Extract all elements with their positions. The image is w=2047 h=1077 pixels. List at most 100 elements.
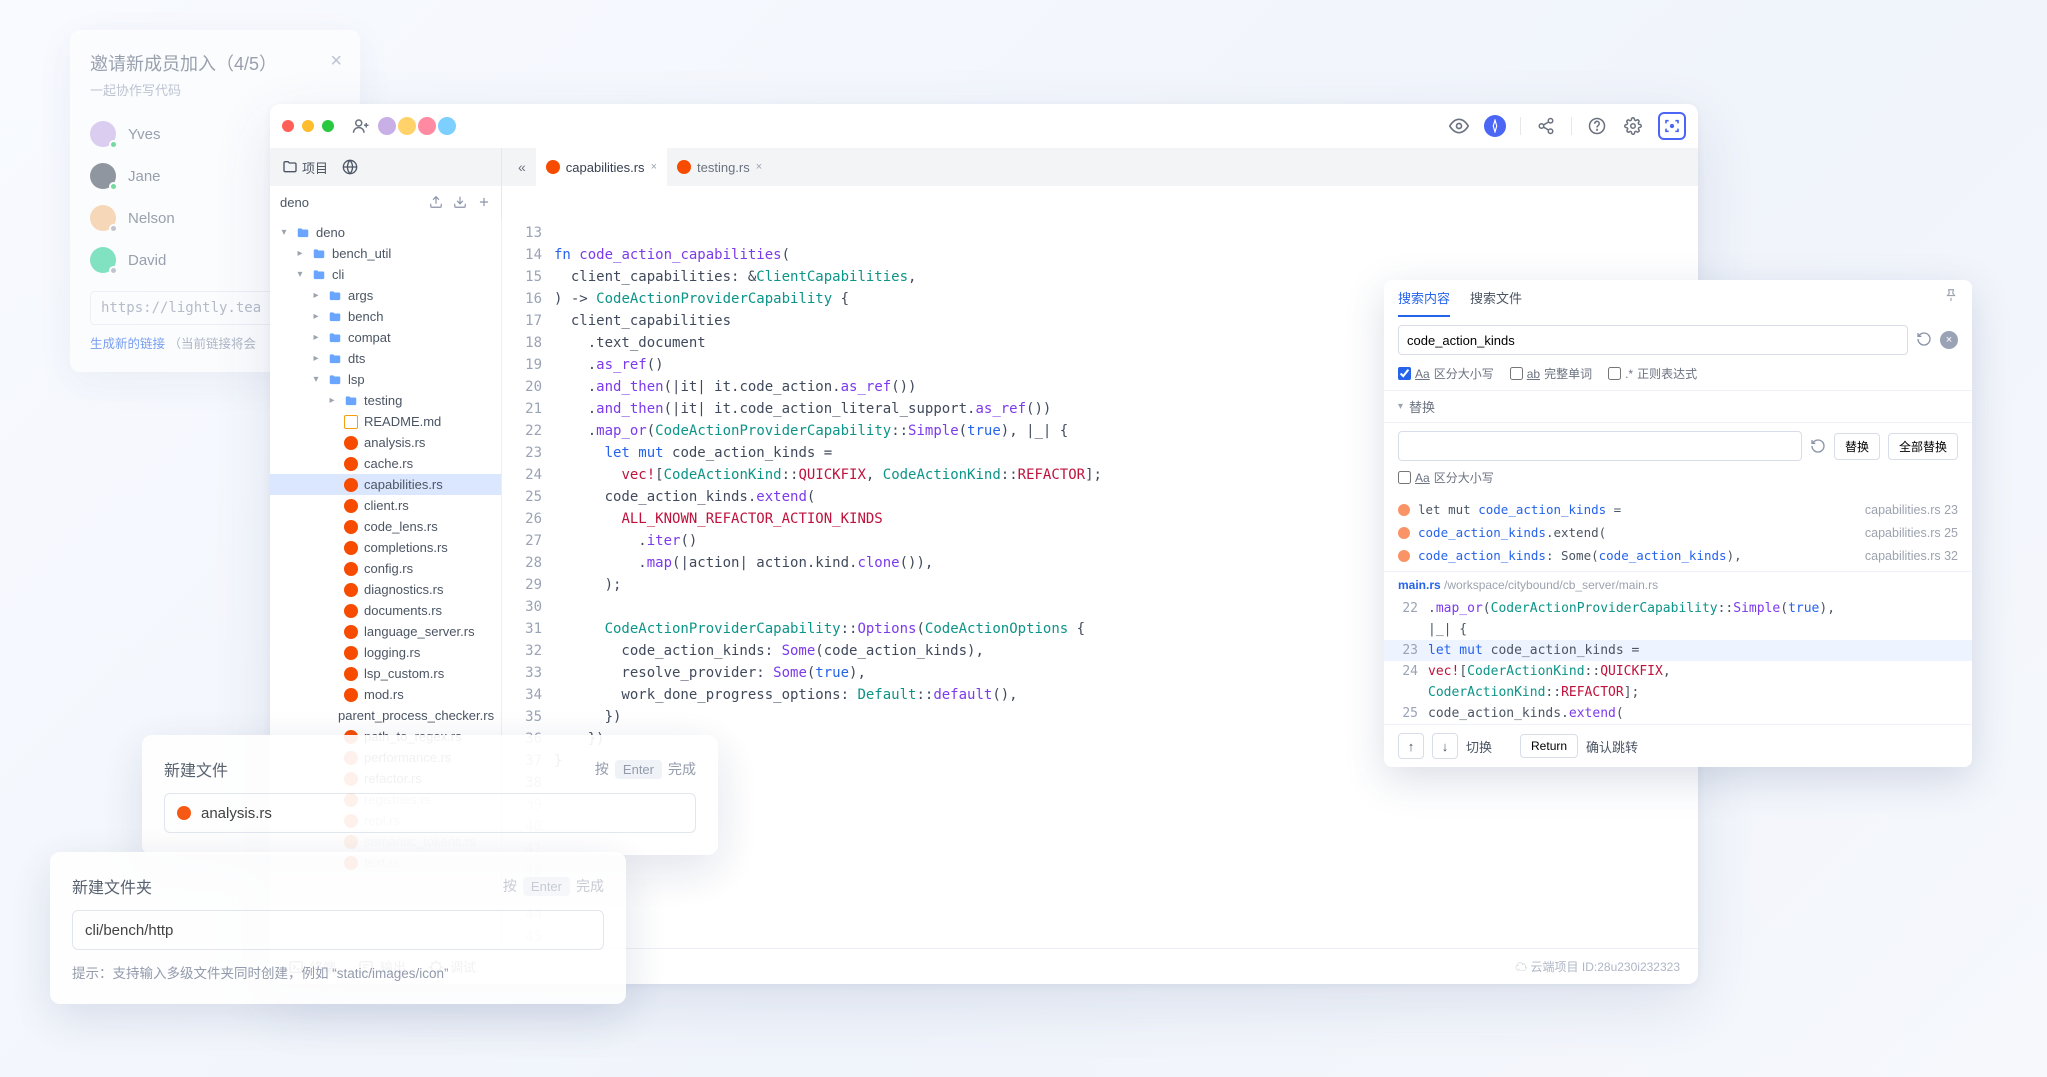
tree-file[interactable]: diagnostics.rs bbox=[270, 579, 501, 600]
tree-file[interactable]: logging.rs bbox=[270, 642, 501, 663]
tree-file[interactable]: code_lens.rs bbox=[270, 516, 501, 537]
clear-icon[interactable]: × bbox=[1940, 331, 1958, 349]
tab-globe[interactable] bbox=[342, 159, 358, 175]
rust-file-icon bbox=[344, 541, 358, 555]
opt-regex[interactable]: .* 正则表达式 bbox=[1608, 365, 1697, 382]
tree-folder[interactable]: ▾lsp bbox=[270, 369, 501, 390]
tab-project[interactable]: 项目 bbox=[282, 158, 328, 177]
undo-icon[interactable] bbox=[1916, 331, 1932, 349]
tree-folder[interactable]: ▾cli bbox=[270, 264, 501, 285]
tree-file[interactable]: analysis.rs bbox=[270, 432, 501, 453]
search-result-row[interactable]: let mut code_action_kinds =capabilities.… bbox=[1384, 498, 1972, 521]
tree-folder[interactable]: ▸bench_util bbox=[270, 243, 501, 264]
tree-file[interactable]: README.md bbox=[270, 411, 501, 432]
prev-result-icon[interactable]: ↑ bbox=[1398, 733, 1424, 759]
tab-search-content[interactable]: 搜索内容 bbox=[1398, 288, 1450, 317]
tree-folder[interactable]: ▸args bbox=[270, 285, 501, 306]
rust-file-icon bbox=[344, 625, 358, 639]
eye-icon[interactable] bbox=[1448, 115, 1470, 137]
new-file-input[interactable]: analysis.rs bbox=[164, 793, 696, 833]
tree-file[interactable]: completions.rs bbox=[270, 537, 501, 558]
replace-toggle[interactable]: ▾ 替换 bbox=[1384, 390, 1972, 423]
rust-file-icon bbox=[344, 688, 358, 702]
replace-opt-case[interactable]: Aa 区分大小写 bbox=[1398, 469, 1494, 486]
maximize-window-icon[interactable] bbox=[322, 120, 334, 132]
close-tab-icon[interactable]: × bbox=[651, 161, 657, 173]
upload-icon[interactable] bbox=[429, 195, 443, 209]
scan-icon[interactable] bbox=[1658, 112, 1686, 140]
tree-file[interactable]: language_server.rs bbox=[270, 621, 501, 642]
avatar[interactable] bbox=[416, 115, 438, 137]
tree-file[interactable]: capabilities.rs bbox=[270, 474, 501, 495]
member-name: Nelson bbox=[128, 210, 175, 227]
close-window-icon[interactable] bbox=[282, 120, 294, 132]
tree-file[interactable]: mod.rs bbox=[270, 684, 501, 705]
folder-icon bbox=[328, 373, 342, 387]
preview-line[interactable]: 22 .map_or(CoderActionProviderCapability… bbox=[1384, 598, 1972, 619]
tree-file[interactable]: config.rs bbox=[270, 558, 501, 579]
tree-folder[interactable]: ▸dts bbox=[270, 348, 501, 369]
window-controls[interactable] bbox=[282, 120, 334, 132]
avatar[interactable] bbox=[396, 115, 418, 137]
pin-icon[interactable] bbox=[1944, 288, 1958, 317]
avatar[interactable] bbox=[376, 115, 398, 137]
invite-title: 邀请新成员加入（4/5） bbox=[90, 50, 340, 76]
opt-case[interactable]: Aa 区分大小写 bbox=[1398, 365, 1494, 382]
titlebar bbox=[270, 104, 1698, 148]
next-result-icon[interactable]: ↓ bbox=[1432, 733, 1458, 759]
search-panel: 搜索内容 搜索文件 × Aa 区分大小写 ab 完整单词 .* 正则表达式 ▾ … bbox=[1384, 280, 1972, 767]
project-root[interactable]: deno bbox=[270, 186, 502, 218]
tree-folder[interactable]: ▸compat bbox=[270, 327, 501, 348]
new-folder-hint: 按 Enter 完成 bbox=[503, 876, 604, 896]
file-tab[interactable]: testing.rs× bbox=[667, 148, 772, 186]
btn-replace[interactable]: 替换 bbox=[1834, 433, 1880, 460]
preview-line[interactable]: 25 code_action_kinds.extend( bbox=[1384, 703, 1972, 724]
tree-folder[interactable]: ▸bench bbox=[270, 306, 501, 327]
settings-icon[interactable] bbox=[1622, 115, 1644, 137]
search-result-row[interactable]: code_action_kinds.extend(capabilities.rs… bbox=[1384, 521, 1972, 544]
preview-line[interactable]: 24 vec![CoderActionKind::QUICKFIX, bbox=[1384, 661, 1972, 682]
tree-folder[interactable]: ▸testing bbox=[270, 390, 501, 411]
btn-replace-all[interactable]: 全部替换 bbox=[1888, 433, 1958, 460]
help-icon[interactable] bbox=[1586, 115, 1608, 137]
replace-undo-icon[interactable] bbox=[1810, 438, 1826, 454]
rust-file-icon bbox=[344, 520, 358, 534]
download-icon[interactable] bbox=[453, 195, 467, 209]
preview-line[interactable]: 23 let mut code_action_kinds = bbox=[1384, 640, 1972, 661]
collaborator-avatars[interactable] bbox=[380, 115, 458, 137]
collapse-sidebar-icon[interactable]: « bbox=[508, 159, 536, 175]
search-results: let mut code_action_kinds =capabilities.… bbox=[1384, 494, 1972, 571]
chevron-icon: ▸ bbox=[310, 332, 322, 343]
rust-file-icon bbox=[344, 478, 358, 492]
preview-line[interactable]: CoderActionKind::REFACTOR]; bbox=[1384, 682, 1972, 703]
tree-file[interactable]: lsp_custom.rs bbox=[270, 663, 501, 684]
tab-search-file[interactable]: 搜索文件 bbox=[1470, 288, 1522, 317]
add-member-icon[interactable] bbox=[350, 115, 372, 137]
tree-file[interactable]: parent_process_checker.rs bbox=[270, 705, 501, 726]
return-button[interactable]: Return bbox=[1520, 734, 1578, 758]
search-result-row[interactable]: code_action_kinds: Some(code_action_kind… bbox=[1384, 544, 1972, 567]
replace-input[interactable] bbox=[1398, 431, 1802, 461]
avatar[interactable] bbox=[436, 115, 458, 137]
rust-file-icon bbox=[177, 806, 191, 820]
compass-icon[interactable] bbox=[1484, 115, 1506, 137]
rust-file-icon bbox=[677, 160, 691, 174]
preview-file[interactable]: main.rs bbox=[1398, 578, 1441, 592]
minimize-window-icon[interactable] bbox=[302, 120, 314, 132]
file-tab[interactable]: capabilities.rs× bbox=[536, 148, 667, 186]
search-input[interactable] bbox=[1398, 325, 1908, 355]
new-folder-input[interactable]: cli/bench/http bbox=[72, 910, 604, 950]
share-icon[interactable] bbox=[1535, 115, 1557, 137]
opt-whole[interactable]: ab 完整单词 bbox=[1510, 365, 1592, 382]
generate-link[interactable]: 生成新的链接 bbox=[90, 337, 165, 351]
close-icon[interactable]: × bbox=[330, 50, 342, 73]
tree-file[interactable]: documents.rs bbox=[270, 600, 501, 621]
add-icon[interactable] bbox=[477, 195, 491, 209]
search-preview: main.rs /workspace/citybound/cb_server/m… bbox=[1384, 571, 1972, 724]
close-tab-icon[interactable]: × bbox=[756, 161, 762, 173]
chevron-icon: ▾ bbox=[278, 227, 290, 238]
tree-file[interactable]: cache.rs bbox=[270, 453, 501, 474]
preview-line[interactable]: |_| { bbox=[1384, 619, 1972, 640]
tree-folder[interactable]: ▾deno bbox=[270, 222, 501, 243]
tree-file[interactable]: client.rs bbox=[270, 495, 501, 516]
